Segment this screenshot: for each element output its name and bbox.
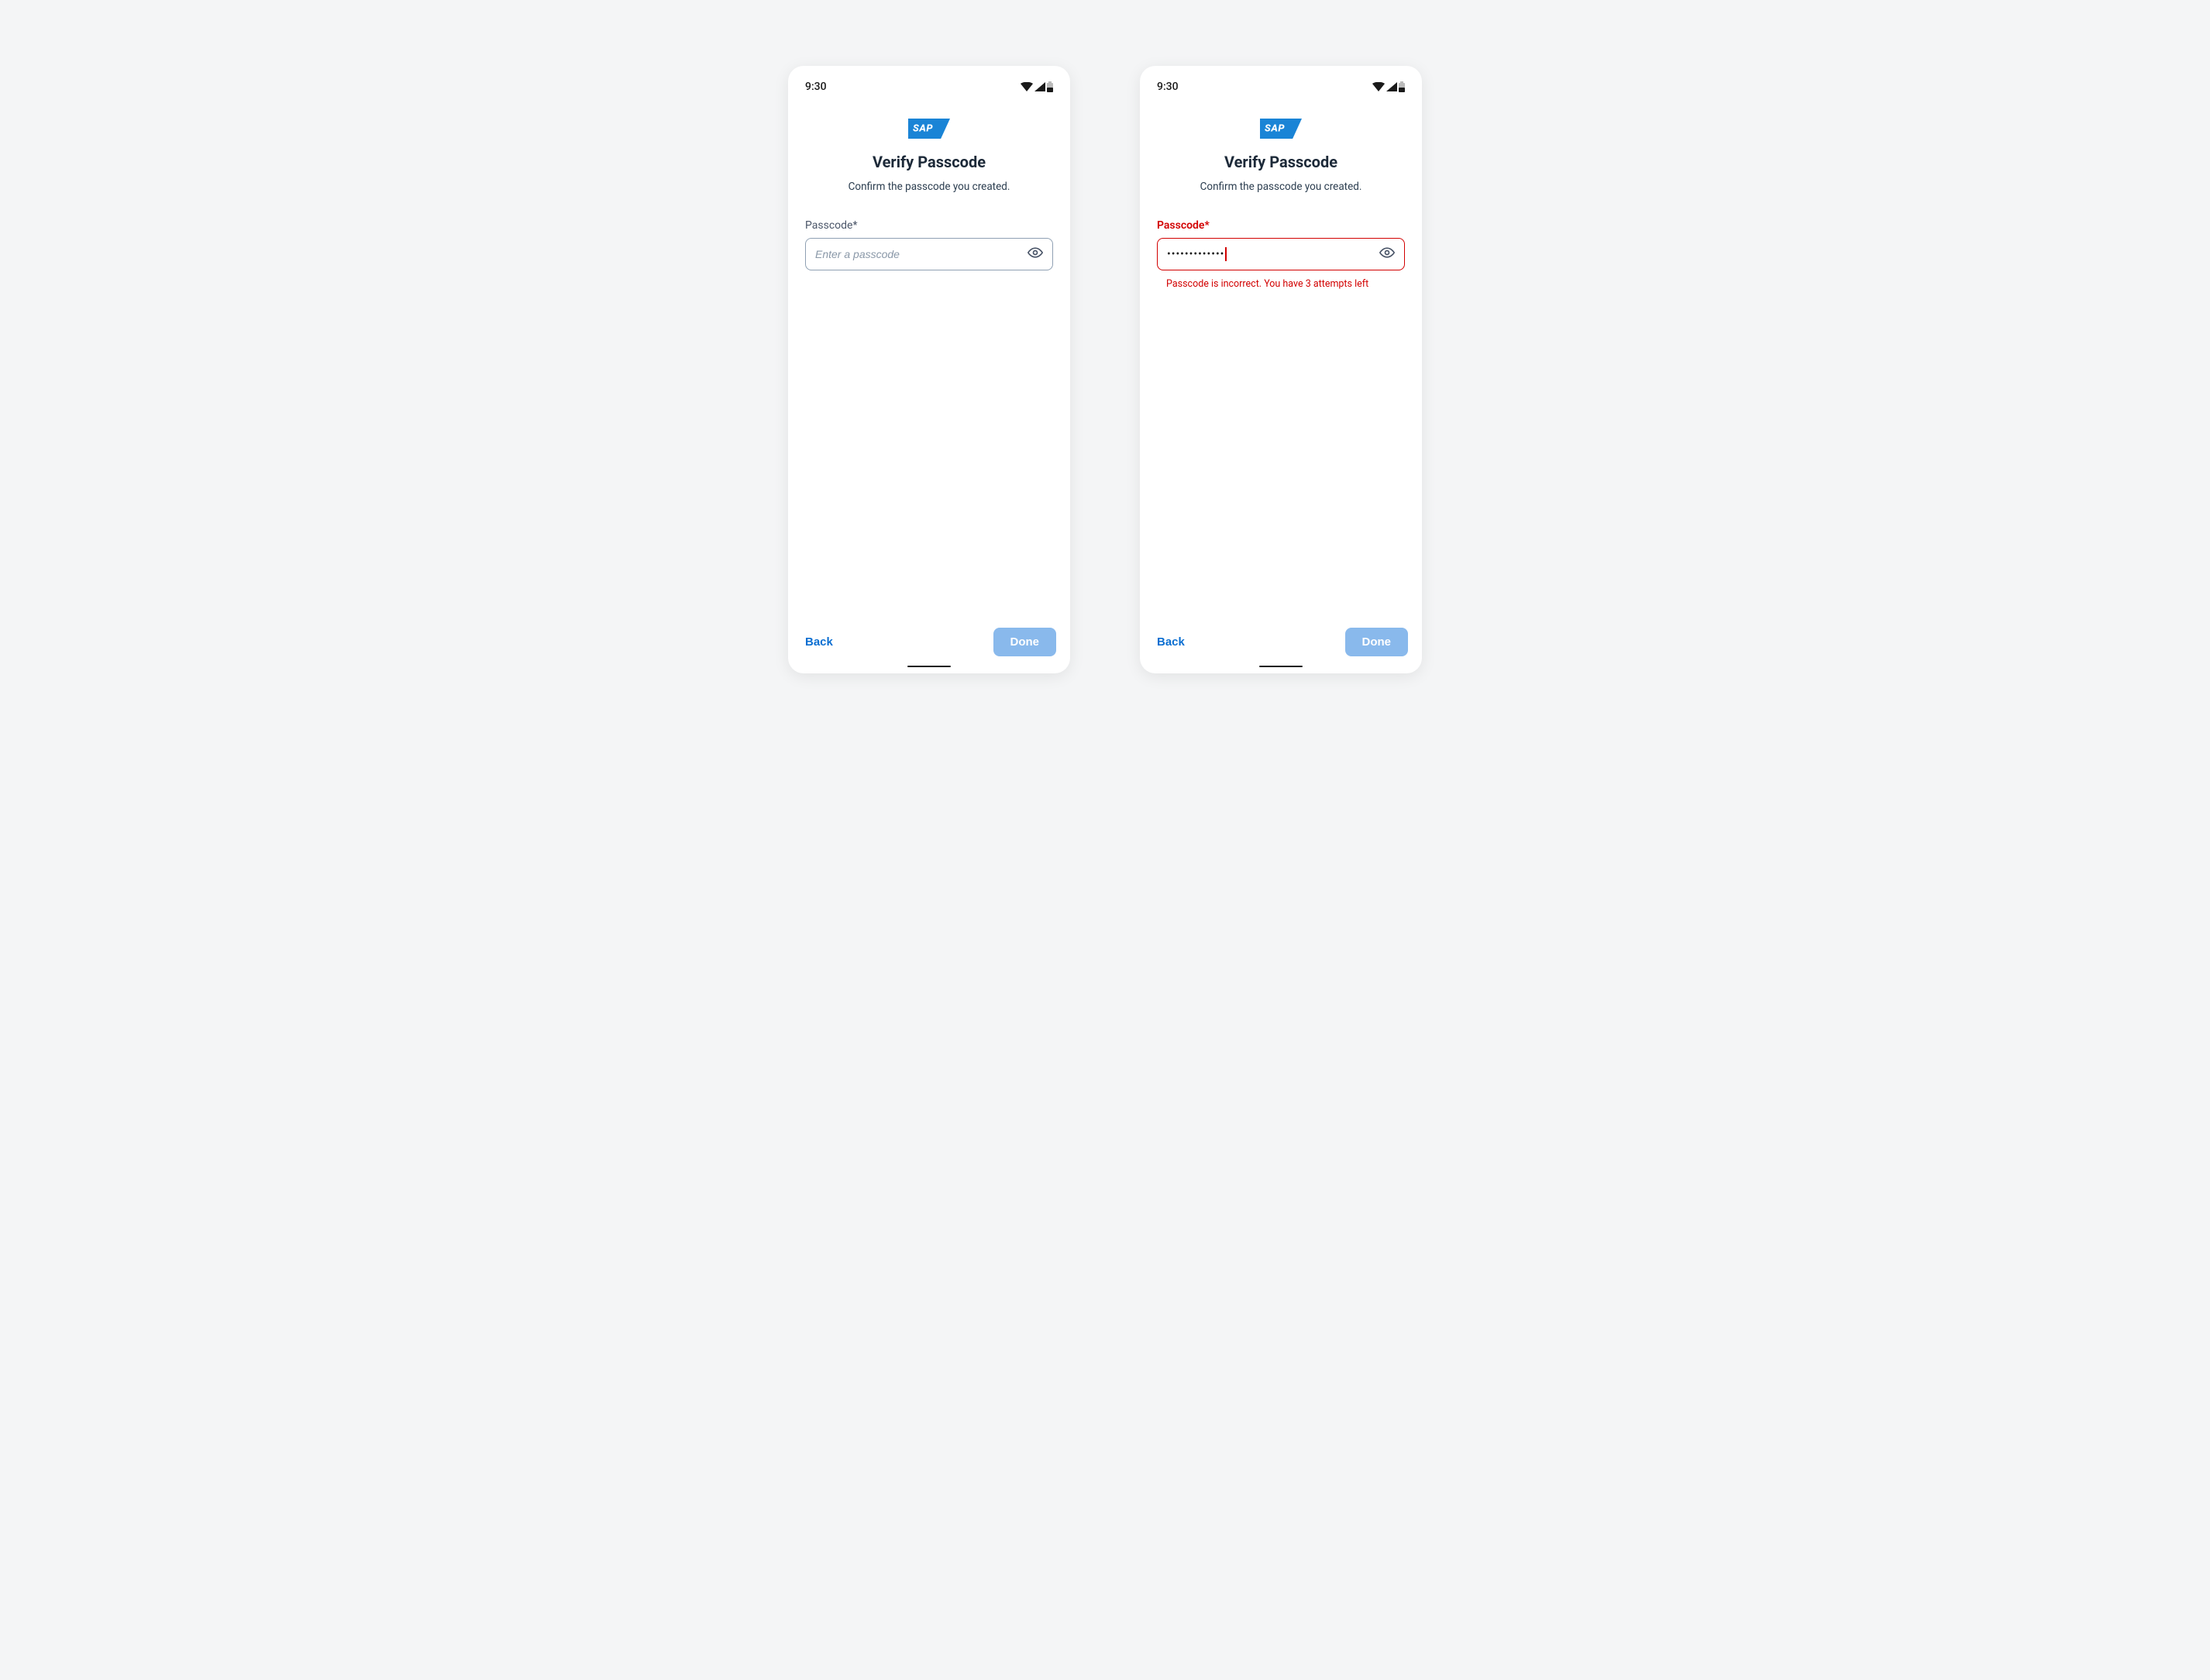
back-button[interactable]: Back [802,629,836,655]
eye-icon[interactable] [1028,245,1043,263]
phone-mockup-error: 9:30 SAP Verify Passcode Confirm the pas… [1140,66,1422,673]
wifi-icon [1372,82,1385,91]
eye-icon[interactable] [1379,245,1395,263]
home-indicator [907,666,951,667]
passcode-label: Passcode* [1157,219,1405,232]
page-title: Verify Passcode [873,153,986,171]
page-title: Verify Passcode [1224,153,1337,171]
status-bar: 9:30 [1140,66,1422,97]
passcode-input[interactable] [815,248,1028,260]
back-button[interactable]: Back [1154,629,1188,655]
battery-icon [1047,81,1053,92]
signal-icon [1386,82,1397,91]
sap-logo: SAP [908,119,950,139]
text-cursor [1225,247,1227,261]
sap-logo: SAP [1260,119,1302,139]
passcode-field: Passcode* ••••••••••••• Passcode is inco… [1157,219,1405,290]
passcode-input-box[interactable]: ••••••••••••• [1157,238,1405,270]
signal-icon [1034,82,1045,91]
page-subtitle: Confirm the passcode you created. [1200,181,1362,193]
status-icons [1021,81,1053,92]
passcode-label: Passcode* [805,219,1053,232]
phone-mockup-default: 9:30 SAP Verify Passcode Confirm the pas… [788,66,1070,673]
battery-icon [1399,81,1405,92]
passcode-input[interactable]: ••••••••••••• [1167,247,1379,261]
status-time: 9:30 [805,81,827,93]
passcode-input-box[interactable] [805,238,1053,270]
passcode-field: Passcode* [805,219,1053,270]
done-button[interactable]: Done [1345,628,1409,656]
status-icons [1372,81,1405,92]
screen-content: SAP Verify Passcode Confirm the passcode… [788,97,1070,617]
screen-content: SAP Verify Passcode Confirm the passcode… [1140,97,1422,617]
error-message: Passcode is incorrect. You have 3 attemp… [1157,278,1405,290]
wifi-icon [1021,82,1033,91]
status-time: 9:30 [1157,81,1179,93]
status-bar: 9:30 [788,66,1070,97]
home-indicator [1259,666,1303,667]
page-subtitle: Confirm the passcode you created. [849,181,1010,193]
done-button[interactable]: Done [993,628,1057,656]
